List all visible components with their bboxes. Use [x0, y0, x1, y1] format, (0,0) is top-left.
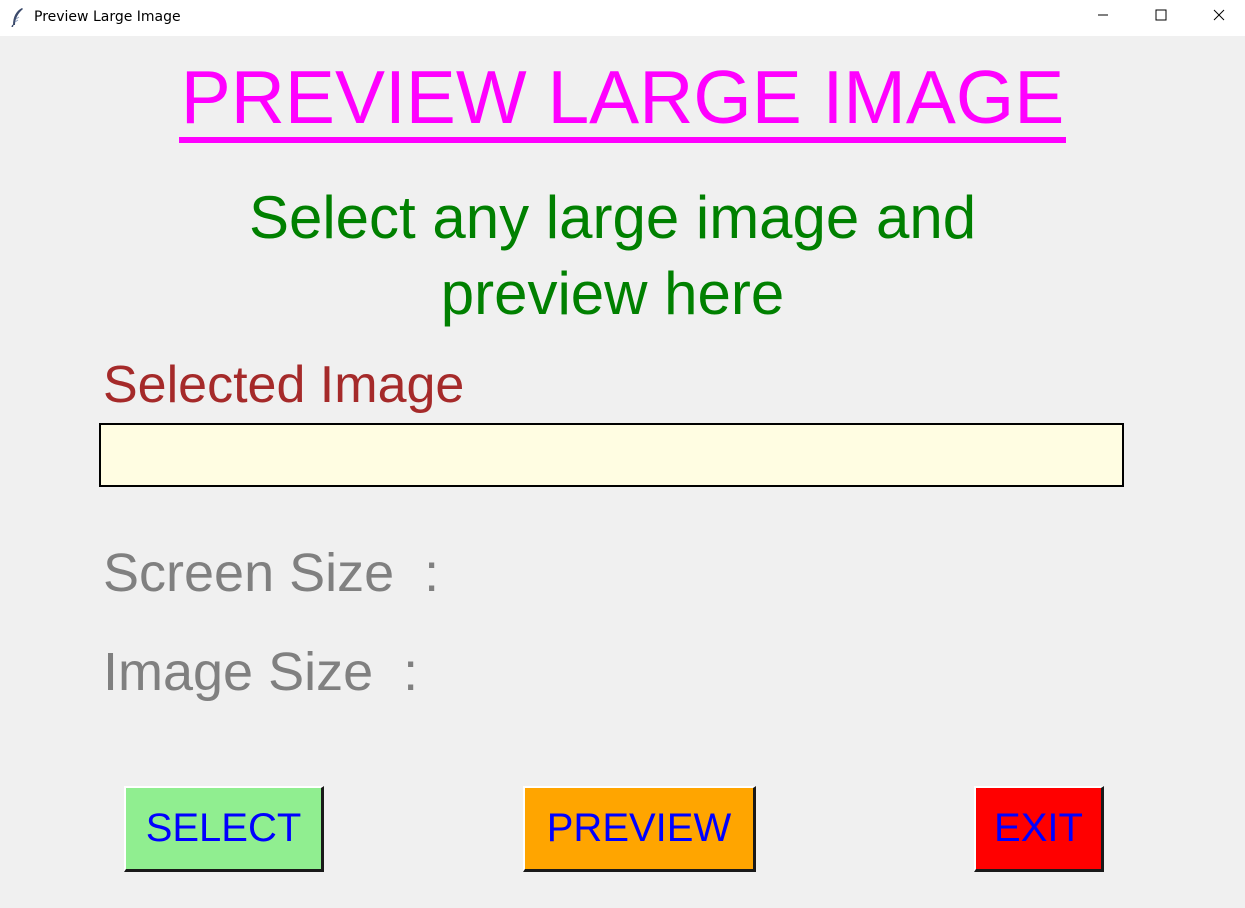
title-bar[interactable]: Preview Large Image: [0, 0, 1245, 36]
screen-size-label: Screen Size :: [103, 543, 440, 603]
maximize-button[interactable]: [1138, 0, 1184, 34]
minimize-icon: [1097, 8, 1109, 26]
feather-icon: [10, 7, 26, 28]
page-title: PREVIEW LARGE IMAGE: [0, 56, 1245, 143]
maximize-icon: [1155, 8, 1167, 26]
preview-button[interactable]: PREVIEW: [523, 786, 756, 872]
window-title: Preview Large Image: [34, 9, 181, 25]
select-button[interactable]: SELECT: [124, 786, 324, 872]
subtitle-line-1: Select any large image and: [248, 184, 977, 251]
close-icon: [1213, 8, 1225, 26]
close-button[interactable]: [1196, 0, 1242, 34]
image-size-label: Image Size :: [103, 642, 419, 702]
exit-button[interactable]: EXIT: [974, 786, 1104, 872]
selected-image-field[interactable]: [99, 423, 1124, 487]
minimize-button[interactable]: [1080, 0, 1126, 34]
app-window: Preview Large Image PREVIEW LARGE IMAGE …: [0, 0, 1245, 908]
subtitle-line-2: preview here: [440, 260, 785, 327]
page-title-text: PREVIEW LARGE IMAGE: [178, 57, 1067, 143]
selected-image-label: Selected Image: [103, 356, 465, 414]
page-subtitle: Select any large image and preview here: [0, 180, 1225, 332]
